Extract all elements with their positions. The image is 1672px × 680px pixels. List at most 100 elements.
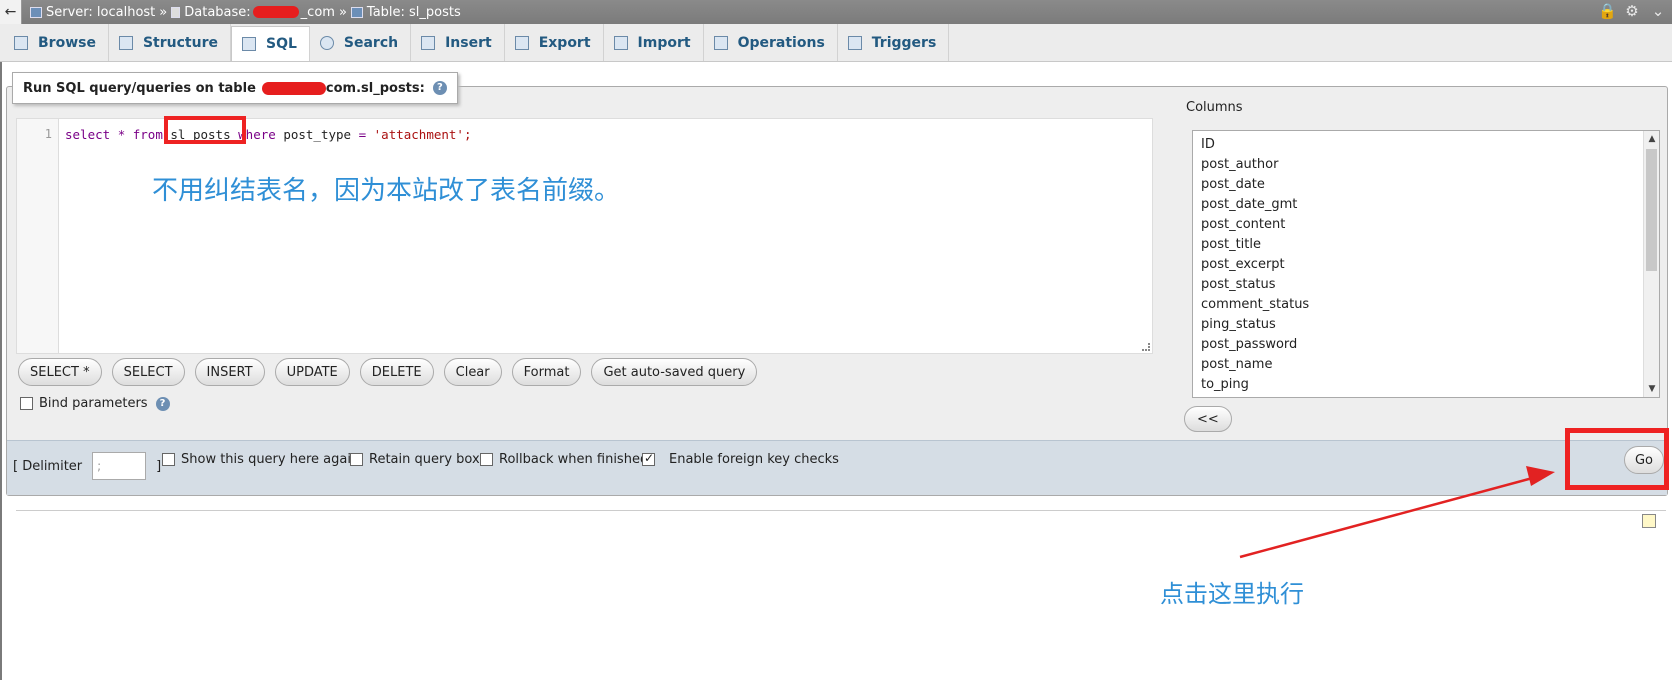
column-item[interactable]: post_title <box>1201 235 1659 255</box>
gear-icon[interactable]: ⚙ <box>1624 3 1640 19</box>
show-query-option: Show this query here again <box>162 452 359 467</box>
foreign-key-checkbox[interactable] <box>642 451 655 466</box>
tab-label: Insert <box>445 34 492 51</box>
sql-code-line[interactable]: select * from sl_posts where post_type =… <box>65 127 471 142</box>
columns-list[interactable]: ID post_author post_date post_date_gmt p… <box>1192 130 1660 398</box>
bind-parameters-label: Bind parameters <box>39 396 148 411</box>
column-item[interactable]: post_status <box>1201 275 1659 295</box>
scroll-up-icon[interactable]: ▲ <box>1644 131 1659 147</box>
resize-handle[interactable] <box>1142 343 1150 351</box>
tab-label: Import <box>637 34 691 51</box>
bind-parameters-row: Bind parameters ? <box>20 396 170 411</box>
breadcrumb: Server: localhost » Database: _com » Tab… <box>30 5 461 20</box>
structure-icon <box>118 35 133 50</box>
delimiter-label: [ Delimiter <box>13 458 83 474</box>
console-icon[interactable] <box>1642 514 1656 528</box>
insert-column-button[interactable]: << <box>1184 406 1232 432</box>
column-item[interactable]: ID <box>1201 135 1659 155</box>
line-gutter: 1 <box>17 119 59 353</box>
column-item[interactable]: comment_status <box>1201 295 1659 315</box>
breadcrumb-server[interactable]: Server: localhost <box>46 5 155 20</box>
columns-scrollbar[interactable]: ▲ ▼ <box>1643 131 1659 397</box>
collapse-icon[interactable]: ⌄ <box>1650 3 1666 19</box>
sql-icon <box>241 37 256 51</box>
column-item[interactable]: post_date_gmt <box>1201 195 1659 215</box>
redaction-mark <box>261 81 326 95</box>
get-auto-saved-query-button[interactable]: Get auto-saved query <box>591 358 758 386</box>
rollback-checkbox[interactable] <box>480 453 493 466</box>
query-options-bar <box>7 440 1667 495</box>
tab-sql[interactable]: SQL <box>230 26 310 61</box>
column-item[interactable]: post_author <box>1201 155 1659 175</box>
help-icon[interactable]: ? <box>432 81 447 95</box>
delete-button[interactable]: DELETE <box>359 358 434 386</box>
tab-export[interactable]: Export <box>505 24 604 61</box>
help-icon[interactable]: ? <box>155 396 170 411</box>
insert-button[interactable]: INSERT <box>194 358 265 386</box>
lock-icon[interactable]: 🔒 <box>1598 3 1617 19</box>
topbar-icons: 🔒 ⚙ ⌄ <box>1598 3 1666 19</box>
column-item[interactable]: post_password <box>1201 335 1659 355</box>
tab-triggers[interactable]: Triggers <box>838 24 950 61</box>
breadcrumb-table[interactable]: Table: sl_posts <box>367 5 461 20</box>
column-item[interactable]: to_ping <box>1201 375 1659 395</box>
tab-insert[interactable]: Insert <box>411 24 505 61</box>
annotation-table-highlight <box>164 116 246 144</box>
breadcrumb-separator: » <box>338 4 347 20</box>
tab-label: Operations <box>737 34 825 51</box>
table-icon <box>350 6 363 18</box>
column-item[interactable]: post_content <box>1201 215 1659 235</box>
update-button[interactable]: UPDATE <box>274 358 350 386</box>
sql-star: * <box>117 127 126 142</box>
foreign-key-option: Enable foreign key checks <box>642 451 839 467</box>
redaction-mark <box>252 6 299 18</box>
column-item[interactable]: post_date <box>1201 175 1659 195</box>
format-button[interactable]: Format <box>511 358 582 386</box>
breadcrumb-database-suffix[interactable]: _com <box>301 5 335 20</box>
back-arrow-icon[interactable]: ← <box>0 0 22 24</box>
show-query-checkbox[interactable] <box>162 453 175 466</box>
tab-label: Search <box>343 34 399 51</box>
tab-label: Structure <box>142 34 218 51</box>
scroll-down-icon[interactable]: ▼ <box>1644 381 1659 397</box>
tab-label: Browse <box>38 34 96 51</box>
database-icon <box>171 6 181 18</box>
bind-parameters-checkbox[interactable] <box>20 397 33 410</box>
scrollbar-thumb[interactable] <box>1646 149 1657 271</box>
retain-box-checkbox[interactable] <box>350 453 363 466</box>
operations-icon <box>713 35 728 50</box>
column-item[interactable]: post_name <box>1201 355 1659 375</box>
server-icon <box>30 6 42 18</box>
query-button-row: SELECT * SELECT INSERT UPDATE DELETE Cle… <box>18 358 758 386</box>
column-item[interactable]: ping_status <box>1201 315 1659 335</box>
retain-box-option: Retain query box <box>350 452 480 467</box>
breadcrumb-database-prefix[interactable]: Database: <box>184 5 250 20</box>
clear-button[interactable]: Clear <box>443 358 502 386</box>
tab-search[interactable]: Search <box>310 24 412 61</box>
annotation-table-note: 不用纠结表名，因为本站改了表名前缀。 <box>152 176 621 206</box>
tab-browse[interactable]: Browse <box>4 24 109 61</box>
select-star-button[interactable]: SELECT * <box>18 358 102 386</box>
tab-label: Triggers <box>871 34 937 51</box>
import-icon <box>613 35 628 50</box>
columns-label: Columns <box>1186 100 1243 115</box>
tab-structure[interactable]: Structure <box>109 24 231 61</box>
go-button[interactable]: Go <box>1624 446 1664 474</box>
retain-box-label: Retain query box <box>369 452 480 467</box>
legend-suffix: com.sl_posts: <box>325 80 425 96</box>
line-number: 1 <box>44 127 52 141</box>
tab-bar: Browse Structure SQL Search Insert Expor… <box>0 24 1672 62</box>
show-query-label: Show this query here again <box>181 452 360 467</box>
legend-prefix: Run SQL query/queries on table <box>23 80 256 96</box>
tab-operations[interactable]: Operations <box>704 24 838 61</box>
sql-editor[interactable]: 1 select * from sl_posts where post_type… <box>16 118 1153 354</box>
select-button[interactable]: SELECT <box>111 358 185 386</box>
column-item[interactable]: post_excerpt <box>1201 255 1659 275</box>
delimiter-input[interactable]: ; <box>92 452 147 480</box>
tab-import[interactable]: Import <box>604 24 704 61</box>
delimiter-group: [ Delimiter ; ] <box>13 452 161 480</box>
export-icon <box>514 35 529 50</box>
sql-operator: = <box>358 127 367 142</box>
divider <box>16 510 1666 511</box>
rollback-label: Rollback when finished <box>499 452 649 467</box>
